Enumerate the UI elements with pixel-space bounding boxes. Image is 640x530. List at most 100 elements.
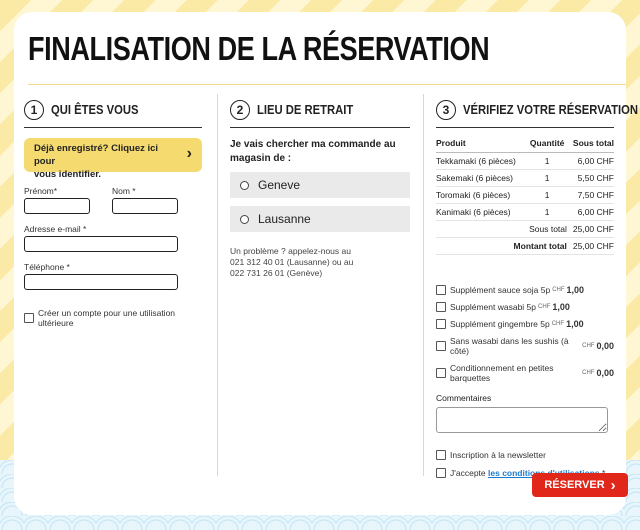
newsletter-row[interactable]: Inscription à la newsletter — [436, 450, 614, 460]
step2-column: 2 LIEU DE RETRAIT Je vais chercher ma co… — [230, 98, 410, 279]
table-row: Kanimaki (6 pièces) 1 6,00 CHF — [436, 203, 614, 221]
email-field-group: Adresse e-mail * — [24, 224, 202, 252]
row-price: 5,50 CHF — [566, 169, 614, 187]
row-qty: 1 — [527, 203, 567, 221]
option-checkbox[interactable] — [436, 302, 446, 312]
step1-title: QUI ÊTES VOUS — [51, 103, 139, 117]
subtotal-label: Sous total — [436, 220, 567, 238]
column-divider-1 — [217, 94, 218, 476]
store-option-geneve[interactable]: Geneve — [230, 172, 410, 198]
option-label: Supplément gingembre 5p — [450, 319, 550, 329]
help-text: Un problème ? appelez-nous au 021 312 40… — [230, 246, 410, 279]
table-row: Tekkamaki (6 pièces) 1 6,00 CHF — [436, 152, 614, 170]
firstname-field-group: Prénom* — [24, 186, 90, 214]
option-price: 1,00 — [566, 319, 584, 329]
row-qty: 1 — [527, 152, 567, 170]
phone-label: Téléphone * — [24, 262, 70, 272]
option-currency: CHF — [538, 304, 551, 310]
accept-terms-checkbox[interactable] — [436, 468, 446, 478]
row-product: Kanimaki (6 pièces) — [436, 203, 528, 221]
step3-title: VÉRIFIEZ VOTRE RÉSERVATION — [463, 103, 639, 117]
step2-header: 2 LIEU DE RETRAIT — [230, 98, 410, 128]
option-wasabi[interactable]: Supplément wasabi 5p CHF 1,00 — [436, 302, 614, 312]
lastname-label: Nom * — [112, 186, 136, 196]
total-row: Montant total 25,00 CHF — [436, 237, 614, 255]
option-label: Conditionnement en petites barquettes — [450, 363, 554, 383]
login-prompt-line1: Déjà enregistré? Cliquez ici pour — [34, 143, 159, 167]
email-input[interactable] — [24, 236, 178, 252]
option-currency: CHF — [552, 287, 565, 293]
row-qty: 1 — [527, 169, 567, 187]
subtotal-row: Sous total 25,00 CHF — [436, 220, 614, 238]
row-price: 6,00 CHF — [566, 203, 614, 221]
store-label-geneve: Geneve — [258, 178, 301, 192]
option-checkbox[interactable] — [436, 368, 446, 378]
option-gingembre[interactable]: Supplément gingembre 5p CHF 1,00 — [436, 319, 614, 329]
newsletter-checkbox[interactable] — [436, 450, 446, 460]
total-value: 25,00 CHF — [566, 237, 614, 255]
reserve-button-label: RÉSERVER — [544, 479, 605, 491]
store-label-lausanne: Lausanne — [258, 212, 311, 226]
option-currency: CHF — [582, 370, 595, 376]
step1-number: 1 — [24, 100, 44, 120]
option-price: 1,00 — [552, 302, 570, 312]
order-summary-table: Produit Quantité Sous total Tekkamaki (6… — [436, 136, 614, 255]
option-checkbox[interactable] — [436, 341, 446, 351]
step3-header: 3 VÉRIFIEZ VOTRE RÉSERVATION — [436, 98, 638, 128]
help-line1: Un problème ? appelez-nous au — [230, 246, 351, 256]
comments-label: Commentaires — [436, 393, 492, 403]
reserve-button[interactable]: RÉSERVER › — [532, 473, 628, 497]
create-account-row[interactable]: Créer un compte pour une utilisation ult… — [24, 308, 202, 328]
phone-field-group: Téléphone * — [24, 262, 202, 290]
reservation-card: FINALISATION DE LA RÉSERVATION 1 QUI ÊTE… — [14, 12, 638, 515]
header-product: Produit — [436, 136, 528, 153]
radio-geneve[interactable] — [240, 180, 249, 190]
option-soja[interactable]: Supplément sauce soja 5p CHF 1,00 — [436, 285, 614, 295]
step3-number: 3 — [436, 100, 456, 120]
option-price: 0,00 — [596, 368, 614, 378]
phone-input[interactable] — [24, 274, 178, 290]
row-price: 7,50 CHF — [566, 186, 614, 204]
step1-column: 1 QUI ÊTES VOUS Déjà enregistré? Cliquez… — [24, 98, 202, 328]
option-checkbox[interactable] — [436, 319, 446, 329]
subtotal-value: 25,00 CHF — [566, 220, 614, 238]
step2-title: LIEU DE RETRAIT — [257, 103, 354, 117]
comments-textarea[interactable] — [436, 407, 608, 433]
firstname-input[interactable] — [24, 198, 90, 214]
header-quantity: Quantité — [527, 136, 567, 153]
store-option-lausanne[interactable]: Lausanne — [230, 206, 410, 232]
create-account-label: Créer un compte pour une utilisation ult… — [38, 308, 176, 328]
option-currency: CHF — [582, 343, 595, 349]
accept-prefix: J'accepte — [450, 468, 489, 478]
option-checkbox[interactable] — [436, 285, 446, 295]
radio-lausanne[interactable] — [240, 214, 249, 224]
table-row: Toromaki (6 pièces) 1 7,50 CHF — [436, 186, 614, 204]
page-title: FINALISATION DE LA RÉSERVATION — [28, 30, 490, 67]
column-divider-2 — [423, 94, 424, 476]
row-qty: 1 — [527, 186, 567, 204]
step1-header: 1 QUI ÊTES VOUS — [24, 98, 202, 128]
chevron-right-icon: › — [186, 145, 192, 162]
chevron-right-icon: › — [610, 476, 616, 494]
email-label: Adresse e-mail * — [24, 224, 87, 234]
header-subtotal: Sous total — [566, 136, 614, 153]
title-divider — [28, 84, 626, 85]
step2-number: 2 — [230, 100, 250, 120]
table-row: Sakemaki (6 pièces) 1 5,50 CHF — [436, 169, 614, 187]
option-price: 0,00 — [596, 341, 614, 351]
option-label: Supplément wasabi 5p — [450, 302, 537, 312]
create-account-checkbox[interactable] — [24, 313, 34, 323]
row-product: Tekkamaki (6 pièces) — [436, 152, 528, 170]
total-label: Montant total — [436, 237, 567, 255]
option-sans-wasabi[interactable]: Sans wasabi dans les sushis (à côté) CHF… — [436, 336, 614, 356]
option-barquettes[interactable]: Conditionnement en petites barquettes CH… — [436, 363, 614, 383]
help-line3: 022 731 26 01 (Genève) — [230, 268, 323, 278]
table-header-row: Produit Quantité Sous total — [436, 136, 614, 153]
lastname-input[interactable] — [112, 198, 178, 214]
row-product: Toromaki (6 pièces) — [436, 186, 528, 204]
newsletter-label: Inscription à la newsletter — [450, 450, 546, 460]
lastname-field-group: Nom * — [112, 186, 178, 214]
option-currency: CHF — [551, 321, 565, 327]
login-prompt-button[interactable]: Déjà enregistré? Cliquez ici pour vous i… — [24, 138, 202, 180]
step3-column: 3 VÉRIFIEZ VOTRE RÉSERVATION Produit Qua… — [436, 98, 638, 478]
